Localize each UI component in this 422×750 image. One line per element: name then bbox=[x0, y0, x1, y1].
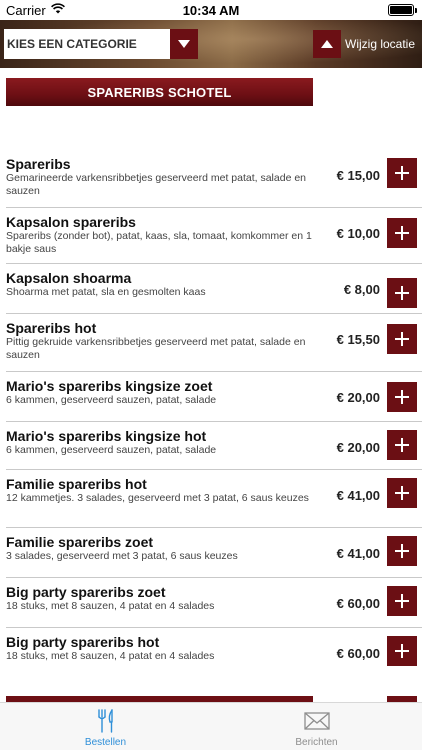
add-to-cart-button[interactable] bbox=[387, 536, 417, 566]
add-to-cart-button[interactable] bbox=[387, 324, 417, 354]
add-to-cart-button[interactable] bbox=[387, 158, 417, 188]
menu-item-name: Mario's spareribs kingsize hot bbox=[6, 428, 207, 444]
menu-item: Spareribs Gemarineerde varkensribbetjes g… bbox=[0, 150, 422, 208]
cutlery-icon bbox=[0, 708, 211, 734]
menu-item-name: Kapsalon shoarma bbox=[6, 270, 132, 286]
menu-item-price: € 10,00 bbox=[336, 226, 380, 241]
plus-icon bbox=[395, 644, 409, 658]
tab-bar: Bestellen Berichten bbox=[0, 702, 422, 750]
menu-item-name: Mario's spareribs kingsize zoet bbox=[6, 378, 213, 394]
menu-item-price: € 15,00 bbox=[336, 168, 380, 183]
menu-item: Familie spareribs zoet 3 salades, geserve… bbox=[0, 528, 422, 578]
menu-list: Spareribs Gemarineerde varkensribbetjes g… bbox=[0, 0, 422, 750]
menu-item-description: 6 kammen, geserveerd sauzen, patat, sala… bbox=[6, 444, 217, 456]
plus-icon bbox=[395, 226, 409, 240]
add-to-cart-button[interactable] bbox=[387, 430, 417, 460]
add-to-cart-button[interactable] bbox=[387, 278, 417, 308]
menu-item-description: 12 kammetjes. 3 salades, geserveerd met … bbox=[6, 492, 309, 504]
change-location-button[interactable]: Wijzig locatie bbox=[313, 30, 415, 58]
menu-item: Kapsalon spareribs Spareribs (zonder bot)… bbox=[0, 208, 422, 264]
category-dropdown-label: KIES EEN CATEGORIE bbox=[7, 37, 137, 51]
menu-item-name: Kapsalon spareribs bbox=[6, 214, 136, 230]
plus-icon bbox=[395, 486, 409, 500]
menu-item: Kapsalon shoarma Shoarma met patat, sla e… bbox=[0, 264, 422, 314]
add-to-cart-button[interactable] bbox=[387, 586, 417, 616]
plus-icon bbox=[395, 438, 409, 452]
menu-item-price: € 41,00 bbox=[336, 488, 380, 503]
menu-item-name: Familie spareribs hot bbox=[6, 476, 147, 492]
menu-item-description: 3 salades, geserveerd met 3 patat, 6 sau… bbox=[6, 550, 238, 562]
menu-item-description: Gemarineerde varkensribbetjes geserveerd… bbox=[6, 172, 306, 197]
add-to-cart-button[interactable] bbox=[387, 636, 417, 666]
add-to-cart-button[interactable] bbox=[387, 382, 417, 412]
menu-item-name: Big party spareribs hot bbox=[6, 634, 160, 650]
plus-icon bbox=[395, 286, 409, 300]
add-to-cart-button[interactable] bbox=[387, 218, 417, 248]
tab-bestellen[interactable]: Bestellen bbox=[0, 703, 211, 750]
menu-item-price: € 41,00 bbox=[336, 546, 380, 561]
envelope-icon bbox=[211, 708, 422, 734]
plus-icon bbox=[395, 166, 409, 180]
change-location-label: Wijzig locatie bbox=[345, 37, 416, 51]
menu-item-description: Shoarma met patat, sla en gesmolten kaas bbox=[6, 286, 206, 298]
menu-item-description: 18 stuks, met 8 sauzen, 4 patat en 4 sal… bbox=[6, 600, 215, 612]
menu-item-price: € 8,00 bbox=[343, 282, 380, 297]
plus-icon bbox=[395, 544, 409, 558]
menu-item-price: € 60,00 bbox=[336, 596, 380, 611]
plus-icon bbox=[395, 332, 409, 346]
menu-item: Big party spareribs zoet 18 stuks, met 8 … bbox=[0, 578, 422, 628]
menu-item-description: 18 stuks, met 8 sauzen, 4 patat en 4 sal… bbox=[6, 650, 215, 662]
menu-item: Mario's spareribs kingsize zoet 6 kammen,… bbox=[0, 372, 422, 422]
tab-berichten-label: Berichten bbox=[295, 737, 338, 748]
chevron-up-icon bbox=[313, 30, 341, 58]
menu-item-description: Spareribs (zonder bot), patat, kaas, sla… bbox=[6, 230, 312, 255]
tab-berichten[interactable]: Berichten bbox=[211, 703, 422, 750]
plus-icon bbox=[395, 390, 409, 404]
menu-item-price: € 60,00 bbox=[336, 646, 380, 661]
menu-item-name: Familie spareribs zoet bbox=[6, 534, 154, 550]
menu-item-price: € 15,50 bbox=[336, 332, 380, 347]
menu-item: Familie spareribs hot 12 kammetjes. 3 sal… bbox=[0, 470, 422, 528]
tab-bestellen-label: Bestellen bbox=[84, 737, 127, 748]
menu-item: Spareribs hot Pittig gekruide varkensribb… bbox=[0, 314, 422, 372]
menu-item-name: Spareribs hot bbox=[6, 320, 97, 336]
plus-icon bbox=[395, 594, 409, 608]
menu-item-price: € 20,00 bbox=[336, 440, 380, 455]
chevron-down-icon bbox=[170, 29, 198, 59]
category-dropdown[interactable]: KIES EEN CATEGORIE bbox=[4, 29, 198, 59]
menu-item-description: Pittig gekruide varkensribbetjes geserve… bbox=[6, 336, 306, 361]
menu-item-name: Spareribs bbox=[6, 156, 71, 172]
menu-item-name: Big party spareribs zoet bbox=[6, 584, 166, 600]
menu-item-price: € 20,00 bbox=[336, 390, 380, 405]
menu-item: Mario's spareribs kingsize hot 6 kammen, … bbox=[0, 422, 422, 470]
menu-item-description: 6 kammen, geserveerd sauzen, patat, sala… bbox=[6, 394, 217, 406]
add-to-cart-button[interactable] bbox=[387, 478, 417, 508]
menu-item: Big party spareribs hot 18 stuks, met 8 s… bbox=[0, 628, 422, 678]
